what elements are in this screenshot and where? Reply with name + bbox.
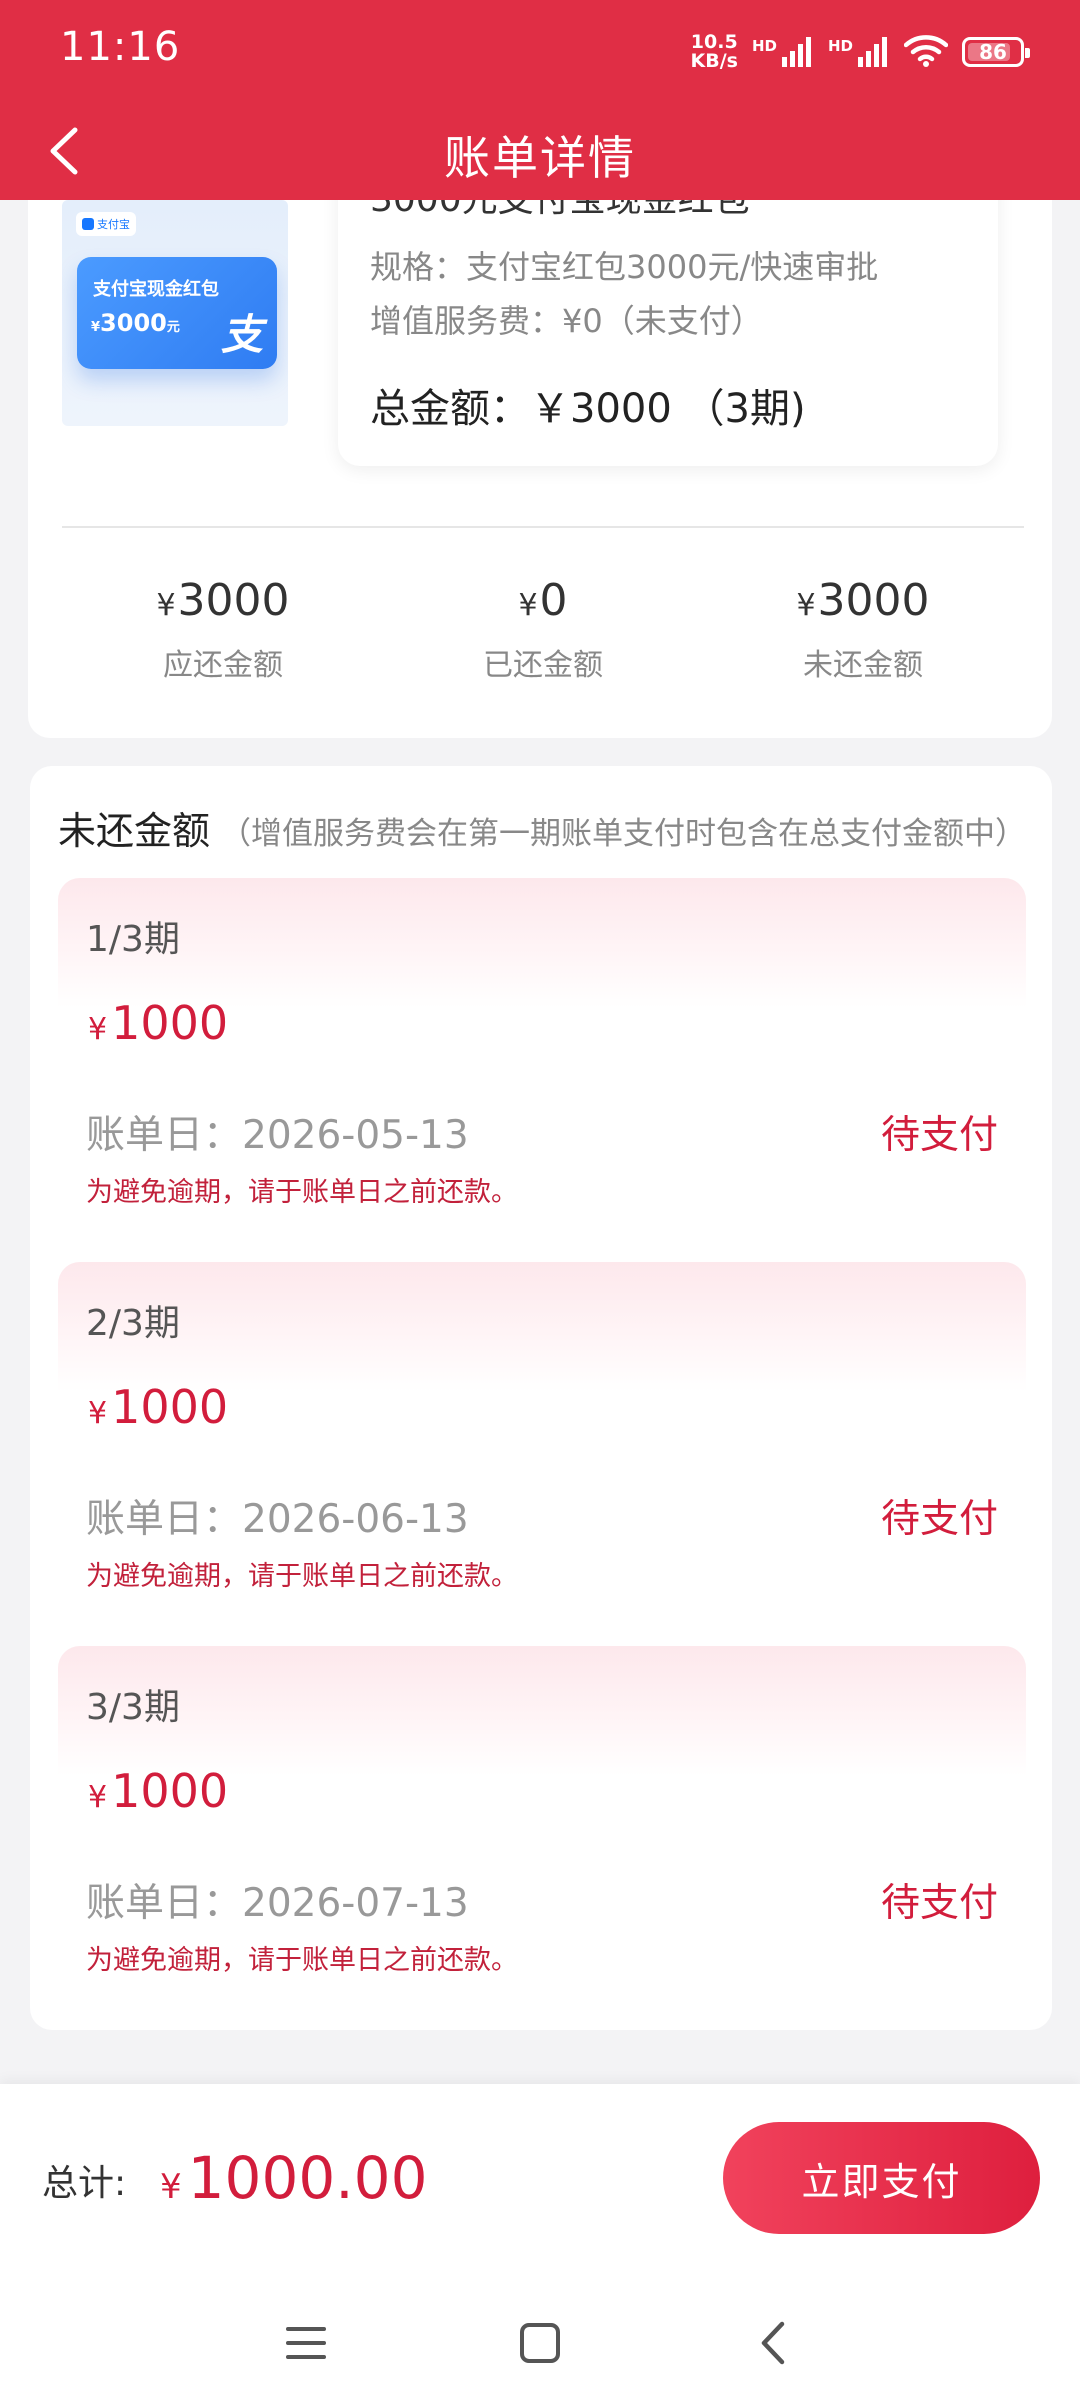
stat-paid-label: 已还金额 [483,648,603,683]
divider [62,526,1024,528]
stat-unpaid: ¥3000 未还金额 [713,575,1013,684]
battery-level: 86 [979,40,1007,64]
installment-title: 3/3期 [86,1687,180,1728]
network-speed: 10.5 KB/s [691,33,738,71]
hd-label: HD [751,37,777,55]
installment-item: 3/3期 ¥1000 账单日：2026-07-13 待支付 为避免逾期，请于账单… [58,1646,1026,1996]
pay-now-button[interactable]: 立即支付 [723,2122,1040,2234]
app-header: 11:16 10.5 KB/s HD HD 86 账单详情 [0,0,1080,200]
installment-amount: ¥1000 [88,1380,229,1434]
product-spec: 规格：支付宝红包3000元/快速审批 [370,248,879,286]
status-bar: 11:16 10.5 KB/s HD HD 86 [0,0,1080,100]
installment-warning: 为避免逾期，请于账单日之前还款。 [86,1945,518,1976]
unpaid-section-title: 未还金额 （增值服务费会在第一期账单支付时包含在总支付金额中） [58,800,1026,855]
battery-icon: 86 [962,37,1030,67]
system-nav-bar [0,2284,1080,2400]
alipay-brand-tag: 支付宝 [76,212,136,236]
installment-title: 2/3期 [86,1303,180,1344]
installment-amount: ¥1000 [88,1764,229,1818]
installment-bill-date: 账单日：2026-05-13 [86,1113,469,1158]
stat-due-label: 应还金额 [163,648,283,683]
service-fee: 增值服务费：¥0（未支付） [370,302,763,340]
installment-bill-date: 账单日：2026-06-13 [86,1497,469,1542]
signal-sim1-icon: HD [752,37,814,67]
installment-warning: 为避免逾期，请于账单日之前还款。 [86,1177,518,1208]
status-time: 11:16 [60,24,181,70]
total-label: 总计: [42,2163,127,2204]
stat-paid-value: ¥0 [518,575,568,626]
alipay-zhi-icon: 支 [220,310,263,359]
installment-bill-date: 账单日：2026-07-13 [86,1881,469,1926]
home-icon[interactable] [500,2308,580,2378]
hd-label: HD [827,37,853,55]
installment-warning: 为避免逾期，请于账单日之前还款。 [86,1561,518,1592]
signal-sim2-icon: HD [828,37,890,67]
installment-status: 待支付 [880,1497,998,1542]
wifi-icon [903,33,949,71]
product-image: 支付宝 支付宝现金红包 ¥3000元 支 [62,200,288,426]
installment-status: 待支付 [880,1881,998,1926]
red-packet-title: 支付宝现金红包 [93,279,219,300]
page-title: 账单详情 [444,131,636,185]
total-value: ¥1000.00 [160,2144,428,2212]
stat-due-value: ¥3000 [156,575,290,626]
nav-bar: 账单详情 [0,100,1080,200]
stat-due: ¥3000 应还金额 [73,575,373,684]
red-packet-graphic: 支付宝现金红包 ¥3000元 支 [77,257,277,369]
installment-status: 待支付 [880,1113,998,1158]
stat-unpaid-label: 未还金额 [803,648,923,683]
installment-title: 1/3期 [86,919,180,960]
network-speed-unit: KB/s [690,50,738,72]
installment-item: 2/3期 ¥1000 账单日：2026-06-13 待支付 为避免逾期，请于账单… [58,1262,1026,1612]
stat-paid: ¥0 已还金额 [393,575,693,684]
red-packet-amount: ¥3000元 [91,309,180,337]
checkout-bar: 总计: ¥1000.00 立即支付 [0,2084,1080,2284]
alipay-logo-icon [82,218,94,230]
installment-amount: ¥1000 [88,996,229,1050]
stat-unpaid-value: ¥3000 [796,575,930,626]
back-icon[interactable] [733,2308,813,2378]
status-icons: 10.5 KB/s HD HD 86 [691,30,1030,74]
installment-item: 1/3期 ¥1000 账单日：2026-05-13 待支付 为避免逾期，请于账单… [58,878,1026,1228]
total-amount: 总金额：￥3000 （3期) [370,386,806,432]
unpaid-note: （增值服务费会在第一期账单支付时包含在总支付金额中） [220,816,1027,852]
unpaid-title-text: 未还金额 [58,809,211,853]
menu-icon[interactable] [266,2308,346,2378]
alipay-brand-text: 支付宝 [97,218,130,231]
